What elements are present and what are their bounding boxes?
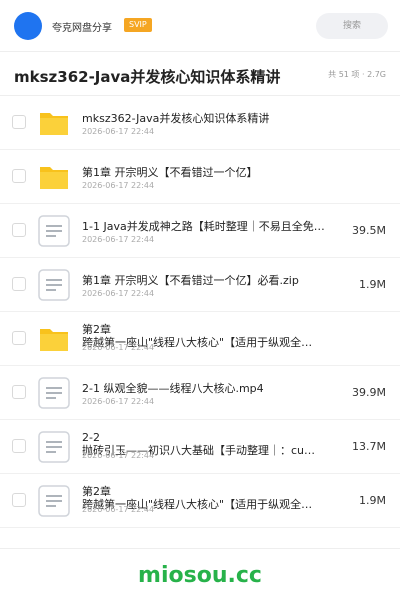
file-date: 2026-06-17 22:44 [82, 289, 155, 298]
search-input[interactable]: 搜索 [316, 13, 388, 39]
file-icon [38, 431, 70, 463]
file-date: 2026-06-17 22:44 [82, 235, 155, 244]
file-name: mksz362-Java并发核心知识体系精讲 [82, 112, 270, 125]
folder-icon [38, 323, 70, 355]
file-size: 13.7M [352, 440, 386, 453]
file-name: 2-1 纵观全貌——线程八大核心.mp4 [82, 382, 264, 395]
file-name: 1-1 Java并发成神之路【耗时整理｜不易且全免… [82, 220, 325, 233]
row-checkbox[interactable] [12, 223, 26, 237]
page-title: mksz362-Java并发核心知识体系精讲 [14, 68, 281, 86]
file-name: 第1章 开宗明义【不看错过一个亿】必看.zip [82, 274, 299, 287]
file-icon [38, 377, 70, 409]
list-item[interactable]: 2-1 纵观全貌——线程八大核心.mp4 2026-06-17 22:44 39… [0, 366, 400, 420]
file-size: 39.9M [352, 386, 386, 399]
share-meta: 共 51 项 · 2.7G [328, 70, 386, 79]
file-size: 39.5M [352, 224, 386, 237]
file-icon [38, 485, 70, 517]
file-date: 2026-06-17 22:44 [82, 505, 155, 514]
share-header: mksz362-Java并发核心知识体系精讲 共 51 项 · 2.7G [0, 52, 400, 96]
row-checkbox[interactable] [12, 115, 26, 129]
row-checkbox[interactable] [12, 169, 26, 183]
list-item[interactable]: 1-1 Java并发成神之路【耗时整理｜不易且全免… 2026-06-17 22… [0, 204, 400, 258]
row-checkbox[interactable] [12, 493, 26, 507]
list-item[interactable]: 2-2 抛砖引玉——初识八大基础【手动整理｜：cu… 2026-06-17 22… [0, 420, 400, 474]
list-item[interactable]: 第2章 跨越第一座山"线程八大核心"【适用于纵观全… 2026-06-17 22… [0, 312, 400, 366]
file-name-line1: 第2章 [82, 485, 111, 498]
file-size: 1.9M [359, 494, 386, 507]
file-icon [38, 215, 70, 247]
file-name: 第1章 开宗明义【不看错过一个亿】 [82, 166, 258, 179]
row-checkbox[interactable] [12, 277, 26, 291]
svip-badge: SVIP [124, 18, 152, 32]
folder-icon [38, 161, 70, 193]
folder-icon [38, 107, 70, 139]
file-icon [38, 269, 70, 301]
file-date: 2026-06-17 22:44 [82, 343, 155, 352]
row-checkbox[interactable] [12, 439, 26, 453]
list-item[interactable]: 第1章 开宗明义【不看错过一个亿】 2026-06-17 22:44 [0, 150, 400, 204]
footer: miosou.cc [0, 548, 400, 600]
row-checkbox[interactable] [12, 331, 26, 345]
file-date: 2026-06-17 22:44 [82, 397, 155, 406]
file-date: 2026-06-17 22:44 [82, 181, 155, 190]
file-date: 2026-06-17 22:44 [82, 127, 155, 136]
list-item[interactable]: 第1章 开宗明义【不看错过一个亿】必看.zip 2026-06-17 22:44… [0, 258, 400, 312]
username: 夸克网盘分享 [52, 23, 112, 34]
file-date: 2026-06-17 22:44 [82, 451, 155, 460]
list-item[interactable]: 第2章 跨越第一座山"线程八大核心"【适用于纵观全… 2026-06-17 22… [0, 474, 400, 528]
top-bar: 夸克网盘分享 SVIP 搜索 [0, 0, 400, 52]
brand-watermark: miosou.cc [138, 563, 262, 588]
list-item[interactable]: mksz362-Java并发核心知识体系精讲 2026-06-17 22:44 [0, 96, 400, 150]
file-size: 1.9M [359, 278, 386, 291]
avatar[interactable] [14, 12, 42, 40]
file-name-line1: 2-2 [82, 431, 100, 444]
file-name-line1: 第2章 [82, 323, 111, 336]
row-checkbox[interactable] [12, 385, 26, 399]
